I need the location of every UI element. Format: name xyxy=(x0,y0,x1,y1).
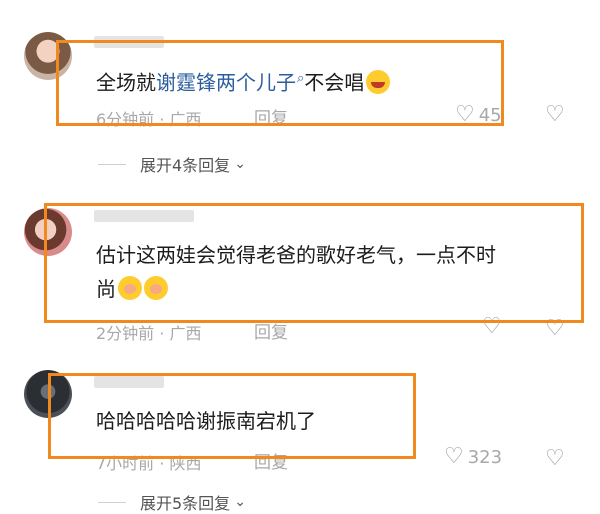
chevron-down-icon: ⌄ xyxy=(234,494,246,510)
username-blurred[interactable] xyxy=(94,210,194,222)
username-blurred[interactable] xyxy=(94,376,164,388)
search-link[interactable]: 谢霆锋两个儿子 xyxy=(156,71,296,95)
like-button[interactable]: ♡ 323 xyxy=(444,446,502,468)
divider xyxy=(98,163,126,165)
comment-text: 估计这两娃会觉得老爸的歌好老气，一点不时 尚 xyxy=(96,243,496,301)
shy-emoji xyxy=(118,276,142,300)
comment-meta: 2分钟前 · 广西 xyxy=(96,324,202,343)
heart-icon: ♡ xyxy=(455,102,475,127)
username-blurred[interactable] xyxy=(94,36,164,48)
expand-replies-button[interactable]: 展开4条回复 ⌄ xyxy=(98,152,246,176)
comment-meta: 6分钟前 · 广西 xyxy=(96,110,202,129)
comment-text: 哈哈哈哈哈谢振南宕机了 xyxy=(96,409,316,433)
like-count: 45 xyxy=(478,104,502,126)
reply-button[interactable]: 回复 xyxy=(254,104,288,129)
avatar[interactable] xyxy=(24,370,72,418)
comment-meta: 7小时前 · 陕西 xyxy=(96,454,202,473)
divider xyxy=(98,501,126,503)
heart-icon: ♡ xyxy=(482,314,502,339)
avatar[interactable] xyxy=(24,32,72,80)
like-button[interactable]: ♡ xyxy=(482,316,502,338)
reply-button[interactable]: 回复 xyxy=(254,318,288,343)
comment-text: 全场就谢霆锋两个儿子⌕不会唱 xyxy=(96,62,391,100)
like-count: 323 xyxy=(467,446,503,468)
avatar[interactable] xyxy=(24,208,72,256)
expand-replies-button[interactable]: 展开5条回复 ⌄ xyxy=(98,490,246,514)
like-button[interactable]: ♡ 45 xyxy=(455,104,502,126)
broken-heart-icon[interactable]: ♡ xyxy=(545,102,565,127)
broken-heart-icon[interactable]: ♡ xyxy=(545,446,565,471)
reply-button[interactable]: 回复 xyxy=(254,448,288,473)
broken-heart-icon[interactable]: ♡ xyxy=(545,316,565,341)
heart-icon: ♡ xyxy=(444,444,464,469)
shy-emoji xyxy=(144,276,168,300)
laugh-emoji xyxy=(366,69,391,94)
chevron-down-icon: ⌄ xyxy=(234,156,246,172)
